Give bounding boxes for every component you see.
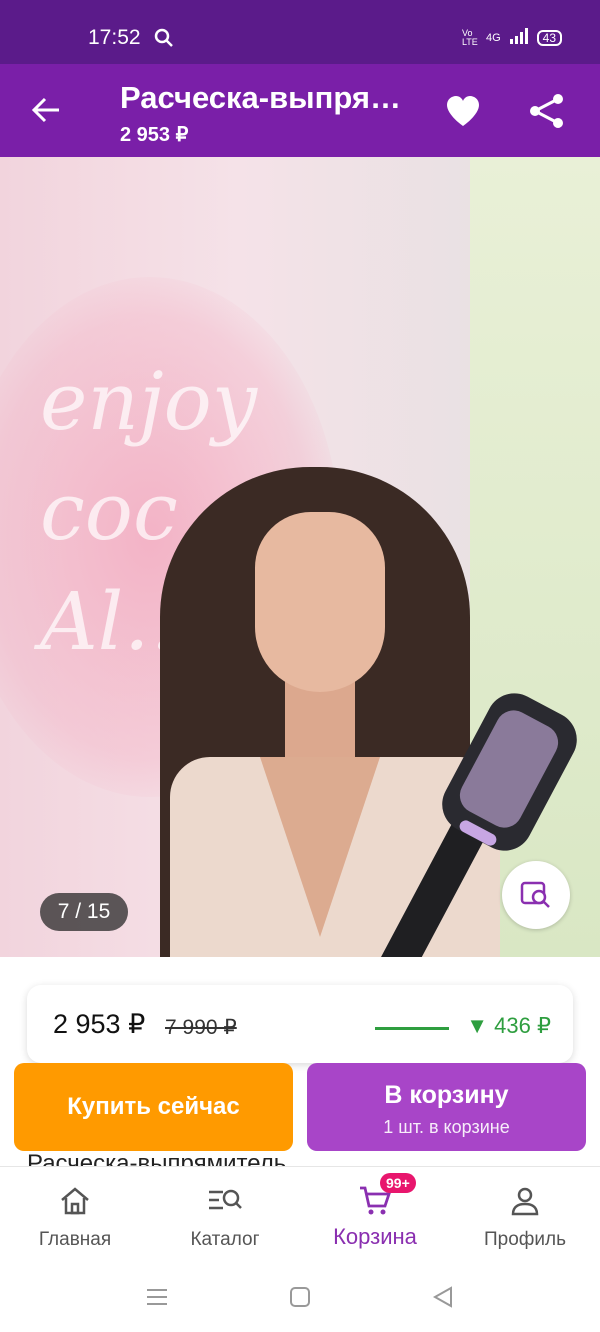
- price-history-line[interactable]: [375, 1027, 449, 1030]
- catalog-search-icon: [205, 1183, 245, 1219]
- product-title: Расческа-выпрямитель: [27, 1150, 287, 1166]
- image-search-icon: [520, 881, 550, 908]
- model-face: [255, 512, 385, 692]
- image-search-button[interactable]: [502, 861, 570, 929]
- volte-indicator: Vo LTE: [461, 27, 478, 47]
- signal-icon: [509, 28, 529, 47]
- buy-now-button[interactable]: Купить сейчас: [14, 1063, 293, 1151]
- heart-icon: [447, 96, 479, 126]
- model-neckline: [260, 757, 380, 937]
- nav-item-cart[interactable]: 99+ Корзина: [300, 1167, 450, 1263]
- system-navigation-bar: [0, 1262, 600, 1332]
- page-title: Расческа-выпря…: [120, 80, 401, 115]
- nav-label-cart: Корзина: [333, 1224, 417, 1249]
- home-square-icon[interactable]: [285, 1284, 315, 1310]
- nav-label-home: Главная: [38, 1229, 112, 1250]
- current-price: 2 953 ₽: [53, 1009, 146, 1039]
- network-indicator: 4G: [485, 31, 501, 44]
- nav-label-catalog: Каталог: [190, 1229, 260, 1250]
- favorite-button[interactable]: [438, 86, 488, 136]
- image-counter: 7 / 15: [40, 893, 128, 931]
- share-button[interactable]: [522, 86, 572, 136]
- in-cart-note: 1 шт. в корзине: [383, 1117, 510, 1137]
- app-bar: Расческа-выпря… 2 953 ₽: [0, 64, 600, 157]
- nav-label-profile: Профиль: [483, 1229, 567, 1250]
- home-icon: [55, 1183, 95, 1219]
- status-time: 17:52: [88, 26, 141, 49]
- nav-item-profile[interactable]: Профиль: [450, 1167, 600, 1263]
- arrow-left-icon: [31, 97, 59, 123]
- add-to-cart-label: В корзину: [384, 1081, 509, 1109]
- header-price: 2 953 ₽: [120, 124, 189, 146]
- nav-item-home[interactable]: Главная: [0, 1167, 150, 1263]
- back-button[interactable]: [22, 86, 70, 134]
- cart-count-badge: 99+: [380, 1173, 416, 1193]
- menu-icon[interactable]: [142, 1284, 172, 1310]
- share-icon: [530, 94, 563, 128]
- search-icon: [154, 28, 174, 53]
- product-image-gallery[interactable]: enjoy coc Al…: [0, 157, 600, 957]
- old-price: 7 990 ₽: [165, 1016, 237, 1039]
- price-card: 2 953 ₽ 7 990 ₽ ▼ 436 ₽: [27, 985, 573, 1063]
- nav-item-catalog[interactable]: Каталог: [150, 1167, 300, 1263]
- profile-icon: [505, 1183, 545, 1219]
- bottom-navigation: Главная Каталог 99+ Корзина Профиль: [0, 1166, 600, 1262]
- battery-icon: 43: [536, 29, 562, 46]
- status-indicators: Vo LTE 4G 43: [462, 28, 562, 47]
- status-bar: 17:52 Vo LTE 4G 43: [0, 0, 600, 64]
- back-triangle-icon[interactable]: [428, 1284, 458, 1310]
- add-to-cart-button[interactable]: В корзину 1 шт. в корзине: [307, 1063, 586, 1151]
- price-drop[interactable]: ▼ 436 ₽: [466, 1013, 551, 1039]
